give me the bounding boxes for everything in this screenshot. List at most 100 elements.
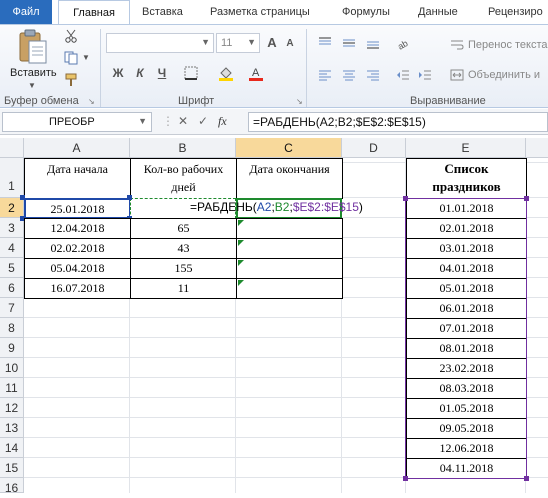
- cell-c3[interactable]: [236, 218, 343, 239]
- row-header-3[interactable]: 3: [0, 218, 24, 238]
- insert-function-button[interactable]: fx: [218, 114, 227, 129]
- cell-c1[interactable]: Дата окончания: [236, 158, 343, 199]
- format-painter-icon[interactable]: [64, 73, 78, 87]
- row-header-1[interactable]: 1: [0, 158, 24, 198]
- enter-icon[interactable]: ✓: [198, 114, 208, 128]
- column-header-b[interactable]: B: [130, 138, 236, 158]
- align-middle-icon[interactable]: [342, 37, 356, 49]
- row-header-11[interactable]: 11: [0, 378, 24, 398]
- cell-a2[interactable]: 25.01.2018: [24, 198, 131, 219]
- shrink-font-icon[interactable]: A: [282, 36, 298, 52]
- row-header-14[interactable]: 14: [0, 438, 24, 458]
- dialog-launcher-icon[interactable]: ↘: [88, 97, 95, 106]
- holiday-cell[interactable]: 03.01.2018: [406, 238, 527, 259]
- range-handle[interactable]: [524, 476, 529, 481]
- select-all-button[interactable]: [0, 138, 24, 158]
- cell-a1[interactable]: Дата начала: [24, 158, 131, 199]
- align-center-icon[interactable]: [342, 69, 356, 81]
- holiday-cell[interactable]: 01.01.2018: [406, 198, 527, 219]
- holiday-cell[interactable]: 12.06.2018: [406, 438, 527, 459]
- holiday-cell[interactable]: 08.01.2018: [406, 338, 527, 359]
- range-handle[interactable]: [403, 476, 408, 481]
- column-header-d[interactable]: D: [342, 138, 406, 158]
- tab-review[interactable]: Рецензиро: [488, 0, 543, 24]
- font-color-icon[interactable]: A: [248, 65, 264, 81]
- formula-input[interactable]: =РАБДЕНЬ(A2;B2;$E$2:$E$15): [248, 112, 548, 132]
- range-handle[interactable]: [403, 196, 408, 201]
- holiday-cell[interactable]: 09.05.2018: [406, 418, 527, 439]
- row-header-16[interactable]: 16: [0, 478, 24, 495]
- row-header-15[interactable]: 15: [0, 458, 24, 478]
- column-header-f[interactable]: [526, 138, 548, 158]
- holiday-cell[interactable]: 04.01.2018: [406, 258, 527, 279]
- italic-button[interactable]: К: [132, 65, 148, 81]
- merge-center-button[interactable]: Объединить и: [468, 69, 540, 81]
- fill-color-icon[interactable]: [218, 65, 234, 81]
- wrap-text-button[interactable]: Перенос текста: [468, 39, 548, 51]
- cancel-icon[interactable]: ✕: [178, 114, 188, 128]
- tab-file[interactable]: Файл: [0, 0, 52, 24]
- tab-insert[interactable]: Вставка: [142, 0, 183, 24]
- borders-icon[interactable]: [184, 66, 198, 80]
- chevron-down-icon[interactable]: ▼: [82, 53, 90, 62]
- holiday-cell[interactable]: 07.01.2018: [406, 318, 527, 339]
- merge-center-icon[interactable]: [450, 69, 464, 81]
- decrease-indent-icon[interactable]: [396, 69, 410, 81]
- tab-formulas[interactable]: Формулы: [342, 0, 390, 24]
- cell-b4[interactable]: 43: [130, 238, 237, 259]
- row-header-5[interactable]: 5: [0, 258, 24, 278]
- row-header-6[interactable]: 6: [0, 278, 24, 298]
- holiday-cell[interactable]: 23.02.2018: [406, 358, 527, 379]
- cell-a3[interactable]: 12.04.2018: [24, 218, 131, 239]
- name-box[interactable]: ПРЕОБР ▼: [2, 112, 152, 132]
- cell-c5[interactable]: [236, 258, 343, 279]
- underline-button[interactable]: Ч: [154, 65, 170, 81]
- font-size-select[interactable]: 11 ▼: [216, 33, 260, 53]
- bold-button[interactable]: Ж: [110, 65, 126, 81]
- tab-home[interactable]: Главная: [58, 0, 130, 24]
- cell-a6[interactable]: 16.07.2018: [24, 278, 131, 299]
- row-header-7[interactable]: 7: [0, 298, 24, 318]
- align-right-icon[interactable]: [366, 69, 380, 81]
- selection-handle[interactable]: [20, 195, 25, 200]
- dialog-launcher-icon[interactable]: ↘: [296, 97, 303, 106]
- holiday-cell[interactable]: 06.01.2018: [406, 298, 527, 319]
- row-header-8[interactable]: 8: [0, 318, 24, 338]
- row-header-2[interactable]: 2: [0, 198, 24, 218]
- selection-handle[interactable]: [127, 195, 132, 200]
- row-header-12[interactable]: 12: [0, 398, 24, 418]
- paste-button[interactable]: Вставить ▼: [6, 27, 58, 91]
- copy-icon[interactable]: [64, 51, 80, 65]
- wrap-text-icon[interactable]: [450, 39, 464, 51]
- cell-b5[interactable]: 155: [130, 258, 237, 279]
- cell-a5[interactable]: 05.04.2018: [24, 258, 131, 279]
- cut-icon[interactable]: [64, 29, 78, 43]
- align-bottom-icon[interactable]: [366, 37, 380, 49]
- align-left-icon[interactable]: [318, 69, 332, 81]
- cell-b6[interactable]: 11: [130, 278, 237, 299]
- orientation-icon[interactable]: ab: [396, 35, 412, 51]
- cell-b1[interactable]: Кол-во рабочих дней: [130, 158, 237, 199]
- holiday-cell[interactable]: 04.11.2018: [406, 458, 527, 479]
- tab-data[interactable]: Данные: [418, 0, 458, 24]
- cell-c4[interactable]: [236, 238, 343, 259]
- cell-b3[interactable]: 65: [130, 218, 237, 239]
- tab-page-layout[interactable]: Разметка страницы: [210, 0, 310, 24]
- holiday-cell[interactable]: 05.01.2018: [406, 278, 527, 299]
- column-header-e[interactable]: E: [406, 138, 526, 158]
- holiday-cell[interactable]: 02.01.2018: [406, 218, 527, 239]
- increase-indent-icon[interactable]: [418, 69, 432, 81]
- row-header-10[interactable]: 10: [0, 358, 24, 378]
- align-top-icon[interactable]: [318, 37, 332, 49]
- range-handle[interactable]: [524, 196, 529, 201]
- row-header-4[interactable]: 4: [0, 238, 24, 258]
- holiday-cell[interactable]: 01.05.2018: [406, 398, 527, 419]
- cell-e1[interactable]: Список праздников: [406, 158, 527, 199]
- font-name-select[interactable]: ▼: [106, 33, 214, 53]
- cell-a4[interactable]: 02.02.2018: [24, 238, 131, 259]
- row-header-9[interactable]: 9: [0, 338, 24, 358]
- column-header-c[interactable]: C: [236, 138, 342, 158]
- cell-c6[interactable]: [236, 278, 343, 299]
- row-header-13[interactable]: 13: [0, 418, 24, 438]
- holiday-cell[interactable]: 08.03.2018: [406, 378, 527, 399]
